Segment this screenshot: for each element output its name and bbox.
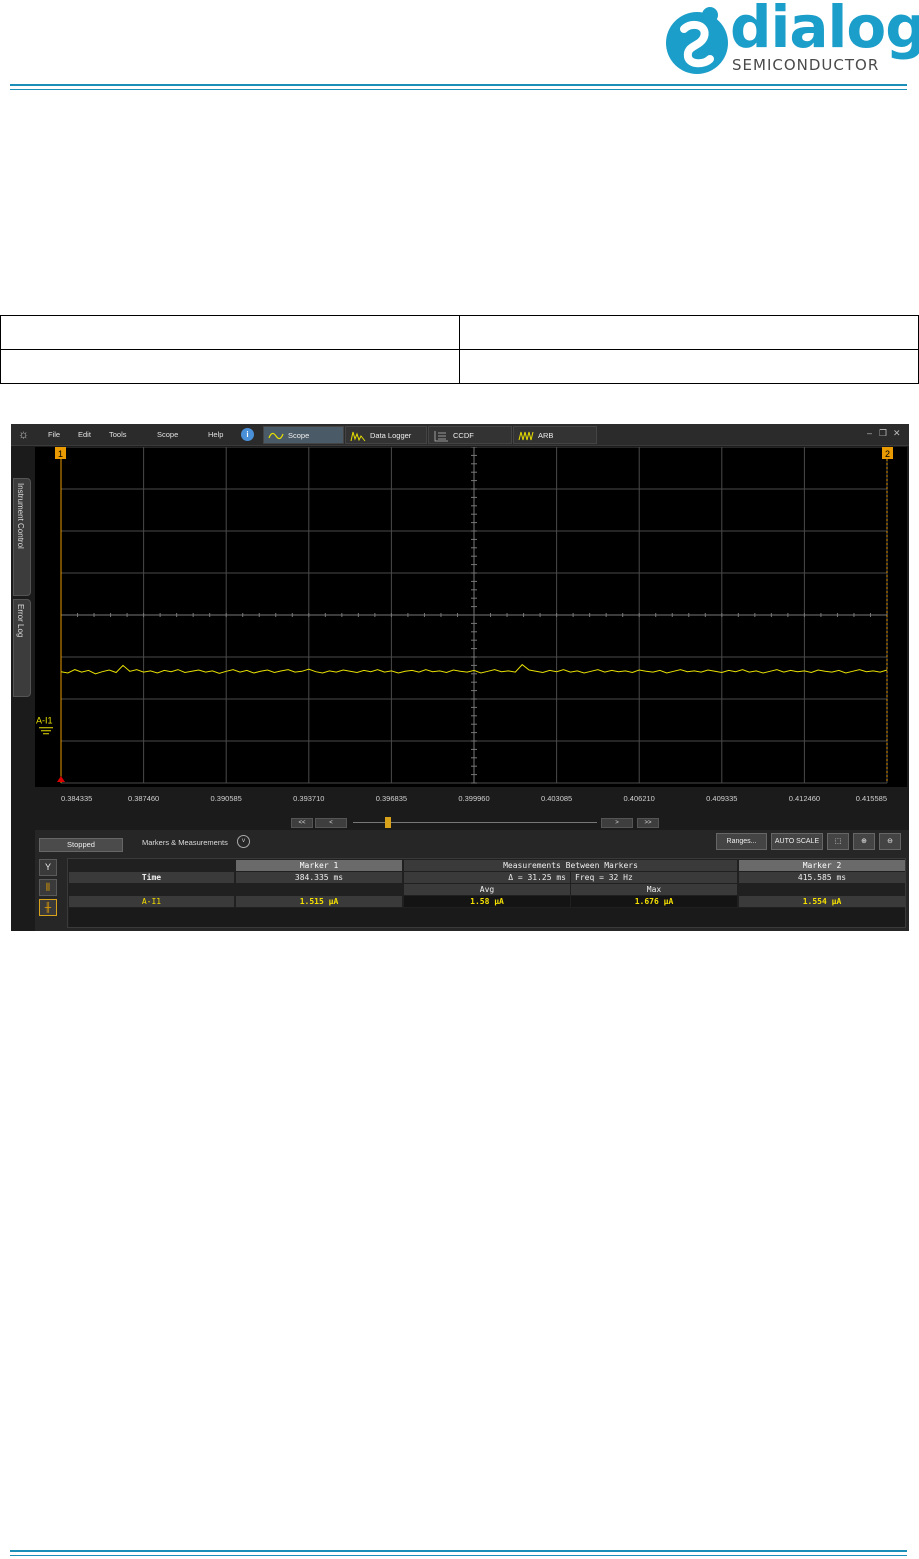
probe-icon[interactable]: Y: [39, 859, 57, 876]
x-tick-label: 0.406210: [624, 794, 655, 803]
trigger-marker-icon: [57, 776, 65, 782]
col-header-marker2: Marker 2: [739, 860, 905, 871]
menu-edit[interactable]: Edit: [78, 430, 91, 439]
marker-1-label: 1: [58, 449, 63, 459]
ranges-button[interactable]: Ranges...: [716, 833, 767, 850]
scroll-first-button[interactable]: <<: [291, 818, 313, 828]
ccdf-icon: [434, 431, 448, 442]
dialog-logo-mark-icon: [666, 7, 728, 74]
col-header-marker1: Marker 1: [236, 860, 402, 871]
tab-label: Scope: [288, 431, 310, 440]
side-tab-error-log[interactable]: Error Log: [13, 599, 31, 697]
x-tick-label: 0.415585: [856, 794, 887, 803]
marker1-value: 1.515 µA: [236, 896, 402, 907]
side-tab-label: Error Log: [16, 604, 25, 638]
table-row: [0, 315, 919, 350]
minimize-icon[interactable]: –: [867, 428, 872, 438]
x-tick-label: 0.403085: [541, 794, 572, 803]
tab-label: CCDF: [453, 431, 474, 440]
scope-app-window: ☼ File Edit Tools Scope Help i Scope Dat…: [11, 424, 909, 931]
table-cell: [459, 349, 919, 384]
x-tick-label: 0.393710: [293, 794, 324, 803]
tab-arb[interactable]: ARB: [513, 426, 597, 444]
marker2-time: 415.585 ms: [739, 872, 905, 883]
arb-wave-icon: [518, 431, 534, 441]
measurement-table: Marker 1 Measurements Between Markers Ma…: [67, 858, 906, 928]
auto-scale-button[interactable]: AUTO SCALE: [771, 833, 823, 850]
zoom-box-icon[interactable]: ⬚: [827, 833, 849, 850]
channel-label: A-I1: [36, 716, 53, 726]
grid-measure-icon[interactable]: ╫: [39, 899, 57, 916]
header-rule-thin: [10, 89, 907, 90]
menu-help[interactable]: Help: [208, 430, 223, 439]
zoom-in-icon[interactable]: ⊕: [853, 833, 875, 850]
data-logger-icon: [350, 431, 366, 442]
max-header: Max: [571, 884, 737, 895]
menu-tools[interactable]: Tools: [109, 430, 127, 439]
side-tab-label: Instrument Control: [16, 483, 25, 549]
x-axis-tick-labels: 0.384335 0.387460 0.390585 0.393710 0.396835…: [61, 794, 887, 803]
marker-2-label: 2: [885, 449, 890, 459]
table-cell: [0, 349, 460, 384]
restore-icon[interactable]: ❐: [879, 428, 887, 439]
table-row: [0, 349, 919, 384]
menu-bar: ☼ File Edit Tools Scope Help i Scope Dat…: [11, 424, 909, 446]
marker2-value: 1.554 µA: [739, 896, 905, 907]
menu-file[interactable]: File: [48, 430, 60, 439]
dialog-logo: dialog SEMICONDUCTOR: [664, 0, 919, 79]
x-tick-label: 0.384335: [61, 794, 92, 803]
footer-rule-thin: [10, 1555, 907, 1556]
table-cell: [0, 315, 460, 350]
scope-plot-area[interactable]: 1 2 A-I1: [35, 447, 907, 787]
footer-rule: [10, 1550, 907, 1552]
max-value: 1.676 µA: [571, 896, 737, 907]
menu-scope[interactable]: Scope: [157, 430, 178, 439]
sine-wave-icon: [268, 432, 284, 440]
side-tab-instrument-control[interactable]: Instrument Control: [13, 478, 31, 596]
x-tick-label: 0.387460: [128, 794, 159, 803]
x-tick-label: 0.412460: [789, 794, 820, 803]
document-table: [0, 315, 919, 384]
table-cell: [459, 315, 919, 350]
scroll-prev-button[interactable]: <: [315, 818, 347, 828]
panel-title: Markers & Measurements: [142, 838, 228, 847]
tab-scope[interactable]: Scope: [263, 426, 344, 444]
avg-value: 1.58 µA: [404, 896, 570, 907]
col-header-between: Measurements Between Markers: [404, 860, 737, 871]
status-badge[interactable]: Stopped: [39, 838, 123, 852]
logo-subtitle: SEMICONDUCTOR: [732, 56, 880, 74]
x-tick-label: 0.396835: [376, 794, 407, 803]
scroll-last-button[interactable]: >>: [637, 818, 659, 828]
x-tick-label: 0.390585: [211, 794, 242, 803]
scroll-next-button[interactable]: >: [601, 818, 633, 828]
ground-icon: [39, 727, 53, 735]
sun-settings-icon[interactable]: ☼: [18, 427, 29, 441]
side-tabs: Instrument Control Error Log: [11, 446, 33, 931]
table-empty-area: [69, 908, 905, 927]
info-icon[interactable]: i: [241, 428, 254, 441]
tab-ccdf[interactable]: CCDF: [428, 426, 512, 444]
scope-waveform-chart: 1 2 A-I1: [36, 447, 893, 784]
time-scroll-bar[interactable]: << < > >>: [35, 816, 907, 830]
tab-label: ARB: [538, 431, 554, 440]
channel-label: A-I1: [69, 896, 234, 907]
avg-header: Avg: [404, 884, 570, 895]
frequency: Freq = 32 Hz: [571, 872, 737, 883]
tab-label: Data Logger: [370, 431, 412, 440]
markers-measurements-panel: Stopped Markers & Measurements ˅ Ranges.…: [35, 830, 909, 931]
x-tick-label: 0.399960: [458, 794, 489, 803]
zoom-out-icon[interactable]: ⊖: [879, 833, 901, 850]
close-icon[interactable]: ✕: [893, 428, 901, 439]
marker1-time: 384.335 ms: [236, 872, 402, 883]
row-label-time: Time: [69, 872, 234, 883]
chevron-down-icon[interactable]: ˅: [237, 835, 250, 848]
x-tick-label: 0.409335: [706, 794, 737, 803]
markers-icon[interactable]: ⫼: [39, 879, 57, 896]
scroll-thumb[interactable]: [385, 817, 391, 828]
header-rule: [10, 84, 907, 86]
tab-data-logger[interactable]: Data Logger: [345, 426, 427, 444]
delta-time: Δ = 31.25 ms: [404, 872, 570, 883]
